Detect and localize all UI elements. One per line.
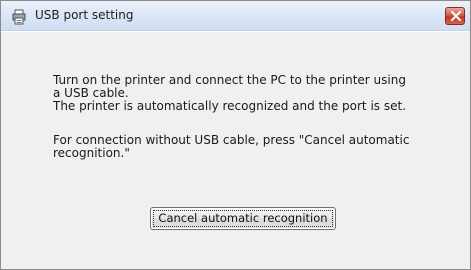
close-icon xyxy=(450,11,462,21)
instruction-message: Turn on the printer and connect the PC t… xyxy=(53,74,453,113)
cancel-note-message: For connection without USB cable, press … xyxy=(53,134,453,160)
printer-icon xyxy=(12,9,26,25)
cancel-button-label: Cancel automatic recognition xyxy=(158,211,328,225)
message-line: The printer is automatically recognized … xyxy=(53,99,407,113)
usb-port-setting-window: USB port setting Turn on the printer and… xyxy=(0,0,471,270)
close-button[interactable] xyxy=(445,7,465,25)
dialog-body: Turn on the printer and connect the PC t… xyxy=(1,32,470,269)
cancel-automatic-recognition-button[interactable]: Cancel automatic recognition xyxy=(150,207,336,230)
window-title: USB port setting xyxy=(35,8,134,22)
note-line: recognition." xyxy=(53,146,130,160)
title-bar[interactable]: USB port setting xyxy=(1,1,470,31)
